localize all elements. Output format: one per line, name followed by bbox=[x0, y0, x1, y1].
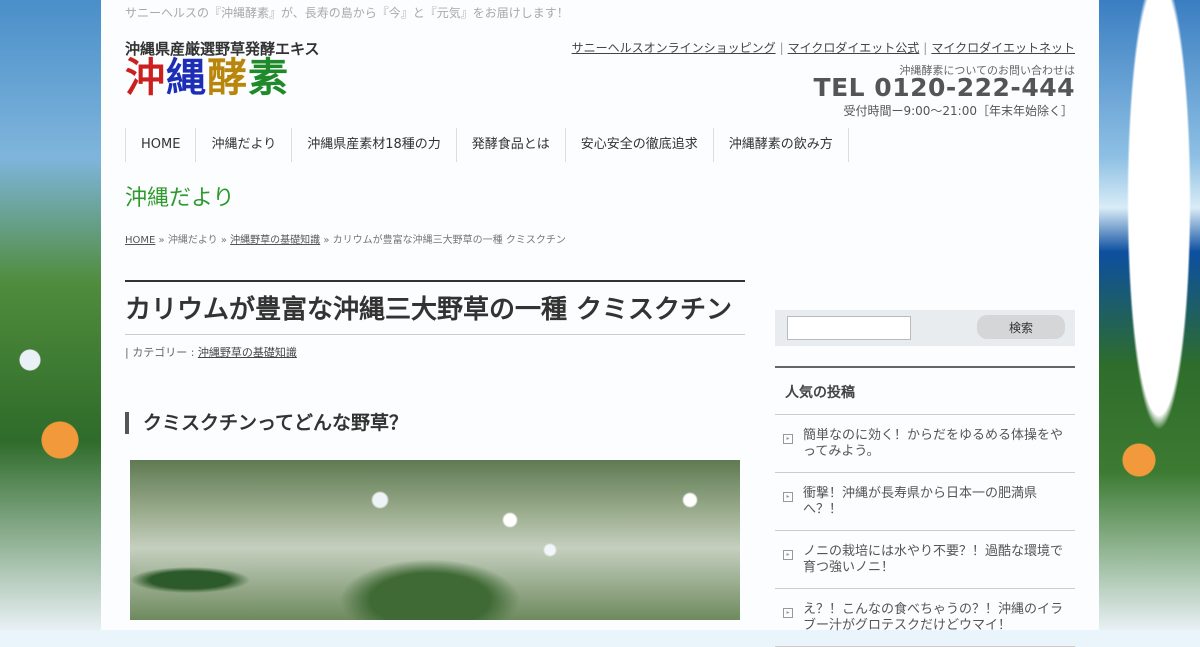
separator: | bbox=[779, 41, 784, 55]
breadcrumb-home[interactable]: HOME bbox=[125, 235, 155, 246]
link-micro-diet-official[interactable]: マイクロダイエット公式 bbox=[788, 41, 920, 55]
section-heading: クミスクチンってどんな野草？ bbox=[125, 412, 745, 434]
background-scenery-right bbox=[1099, 0, 1200, 630]
nav-item-okinawa-dayori[interactable]: 沖縄だより bbox=[196, 128, 293, 162]
popular-post-item[interactable]: ▸ 簡単なのに効く！からだをゆるめる体操をやってみよう。 bbox=[775, 415, 1075, 473]
nav-item-how-to-drink[interactable]: 沖縄酵素の飲み方 bbox=[713, 128, 849, 162]
background-scenery-left bbox=[0, 0, 101, 630]
search-button[interactable]: 検索 bbox=[977, 315, 1065, 339]
main-nav: HOME 沖縄だより 沖縄県産素材18種の力 発酵食品とは 安心安全の徹底追求 … bbox=[125, 128, 849, 162]
business-hours: 受付時間ー9:00〜21:00［年末年始除く］ bbox=[843, 104, 1073, 118]
breadcrumb-level1: 沖縄だより bbox=[167, 235, 218, 246]
link-micro-diet-net[interactable]: マイクロダイエットネット bbox=[931, 41, 1075, 55]
breadcrumb-separator: » bbox=[158, 235, 165, 246]
popular-post-link[interactable]: ノニの栽培には水やり不要？！過酷な環境で育つ強いノニ！ bbox=[803, 544, 1065, 576]
nav-item-18-materials[interactable]: 沖縄県産素材18種の力 bbox=[292, 128, 457, 162]
breadcrumb: HOME » 沖縄だより » 沖縄野草の基礎知識 » カリウムが豊富な沖縄三大野… bbox=[125, 231, 566, 246]
separator: | bbox=[923, 41, 928, 55]
top-links: サニーヘルスオンラインショッピング | マイクロダイエット公式 | マイクロダイエットネ… bbox=[572, 39, 1075, 56]
popular-post-link[interactable]: 簡単なのに効く！からだをゆるめる体操をやってみよう。 bbox=[803, 428, 1065, 460]
logo-char: 酵 bbox=[207, 54, 248, 101]
category-link[interactable]: 沖縄野草の基礎知識 bbox=[198, 346, 297, 359]
popular-post-item[interactable]: ▸ え？！こんなの食べちゃうの？！沖縄のイラブー汁がグロテスクだけどウマイ！ bbox=[775, 589, 1075, 647]
page-container: サニーヘルスの『沖縄酵素』が、長寿の島から『今』と『元気』をお届けします！ 沖縄… bbox=[101, 0, 1099, 647]
popular-post-item[interactable]: ▸ ノニの栽培には水やり不要？！過酷な環境で育つ強いノニ！ bbox=[775, 531, 1075, 589]
phone-number: TEL 0120-222-444 bbox=[813, 73, 1075, 102]
article-title: カリウムが豊富な沖縄三大野草の一種 クミスクチン bbox=[125, 280, 745, 335]
article-photo-kumisukuchin bbox=[130, 460, 740, 620]
logo-char: 縄 bbox=[166, 54, 207, 101]
category-label: | カテゴリー : bbox=[125, 346, 195, 359]
nav-item-home[interactable]: HOME bbox=[126, 128, 197, 162]
search-input[interactable] bbox=[787, 316, 911, 340]
search-box: 検索 bbox=[775, 310, 1075, 346]
breadcrumb-separator: » bbox=[323, 235, 330, 246]
nav-item-fermented-food[interactable]: 発酵食品とは bbox=[456, 128, 566, 162]
arrow-icon: ▸ bbox=[783, 608, 793, 618]
breadcrumb-level2[interactable]: 沖縄野草の基礎知識 bbox=[230, 235, 320, 246]
popular-posts: 人気の投稿 ▸ 簡単なのに効く！からだをゆるめる体操をやってみよう。 ▸ 衝撃！… bbox=[775, 366, 1075, 647]
arrow-icon: ▸ bbox=[783, 434, 793, 444]
section-title: 沖縄だより bbox=[125, 186, 235, 211]
logo-char: 沖 bbox=[125, 54, 166, 101]
link-online-shopping[interactable]: サニーヘルスオンラインショッピング bbox=[572, 41, 776, 55]
sidebar: 検索 人気の投稿 ▸ 簡単なのに効く！からだをゆるめる体操をやってみよう。 ▸ … bbox=[775, 310, 1075, 647]
site-logo[interactable]: 沖縄酵素 bbox=[125, 54, 289, 102]
popular-post-link[interactable]: 衝撃！沖縄が長寿県から日本一の肥満県へ？！ bbox=[803, 486, 1065, 518]
breadcrumb-current: カリウムが豊富な沖縄三大野草の一種 クミスクチン bbox=[332, 235, 566, 246]
arrow-icon: ▸ bbox=[783, 492, 793, 502]
logo-char: 素 bbox=[248, 54, 289, 101]
main-content: カリウムが豊富な沖縄三大野草の一種 クミスクチン | カテゴリー : 沖縄野草の… bbox=[125, 280, 745, 620]
arrow-icon: ▸ bbox=[783, 550, 793, 560]
nav-item-safety[interactable]: 安心安全の徹底追求 bbox=[565, 128, 714, 162]
popular-post-item[interactable]: ▸ 衝撃！沖縄が長寿県から日本一の肥満県へ？！ bbox=[775, 473, 1075, 531]
popular-posts-title: 人気の投稿 bbox=[775, 368, 1075, 415]
breadcrumb-separator: » bbox=[220, 235, 227, 246]
site-tagline: サニーヘルスの『沖縄酵素』が、長寿の島から『今』と『元気』をお届けします！ bbox=[125, 6, 569, 20]
article-category: | カテゴリー : 沖縄野草の基礎知識 bbox=[125, 344, 745, 360]
popular-post-link[interactable]: え？！こんなの食べちゃうの？！沖縄のイラブー汁がグロテスクだけどウマイ！ bbox=[803, 602, 1065, 634]
